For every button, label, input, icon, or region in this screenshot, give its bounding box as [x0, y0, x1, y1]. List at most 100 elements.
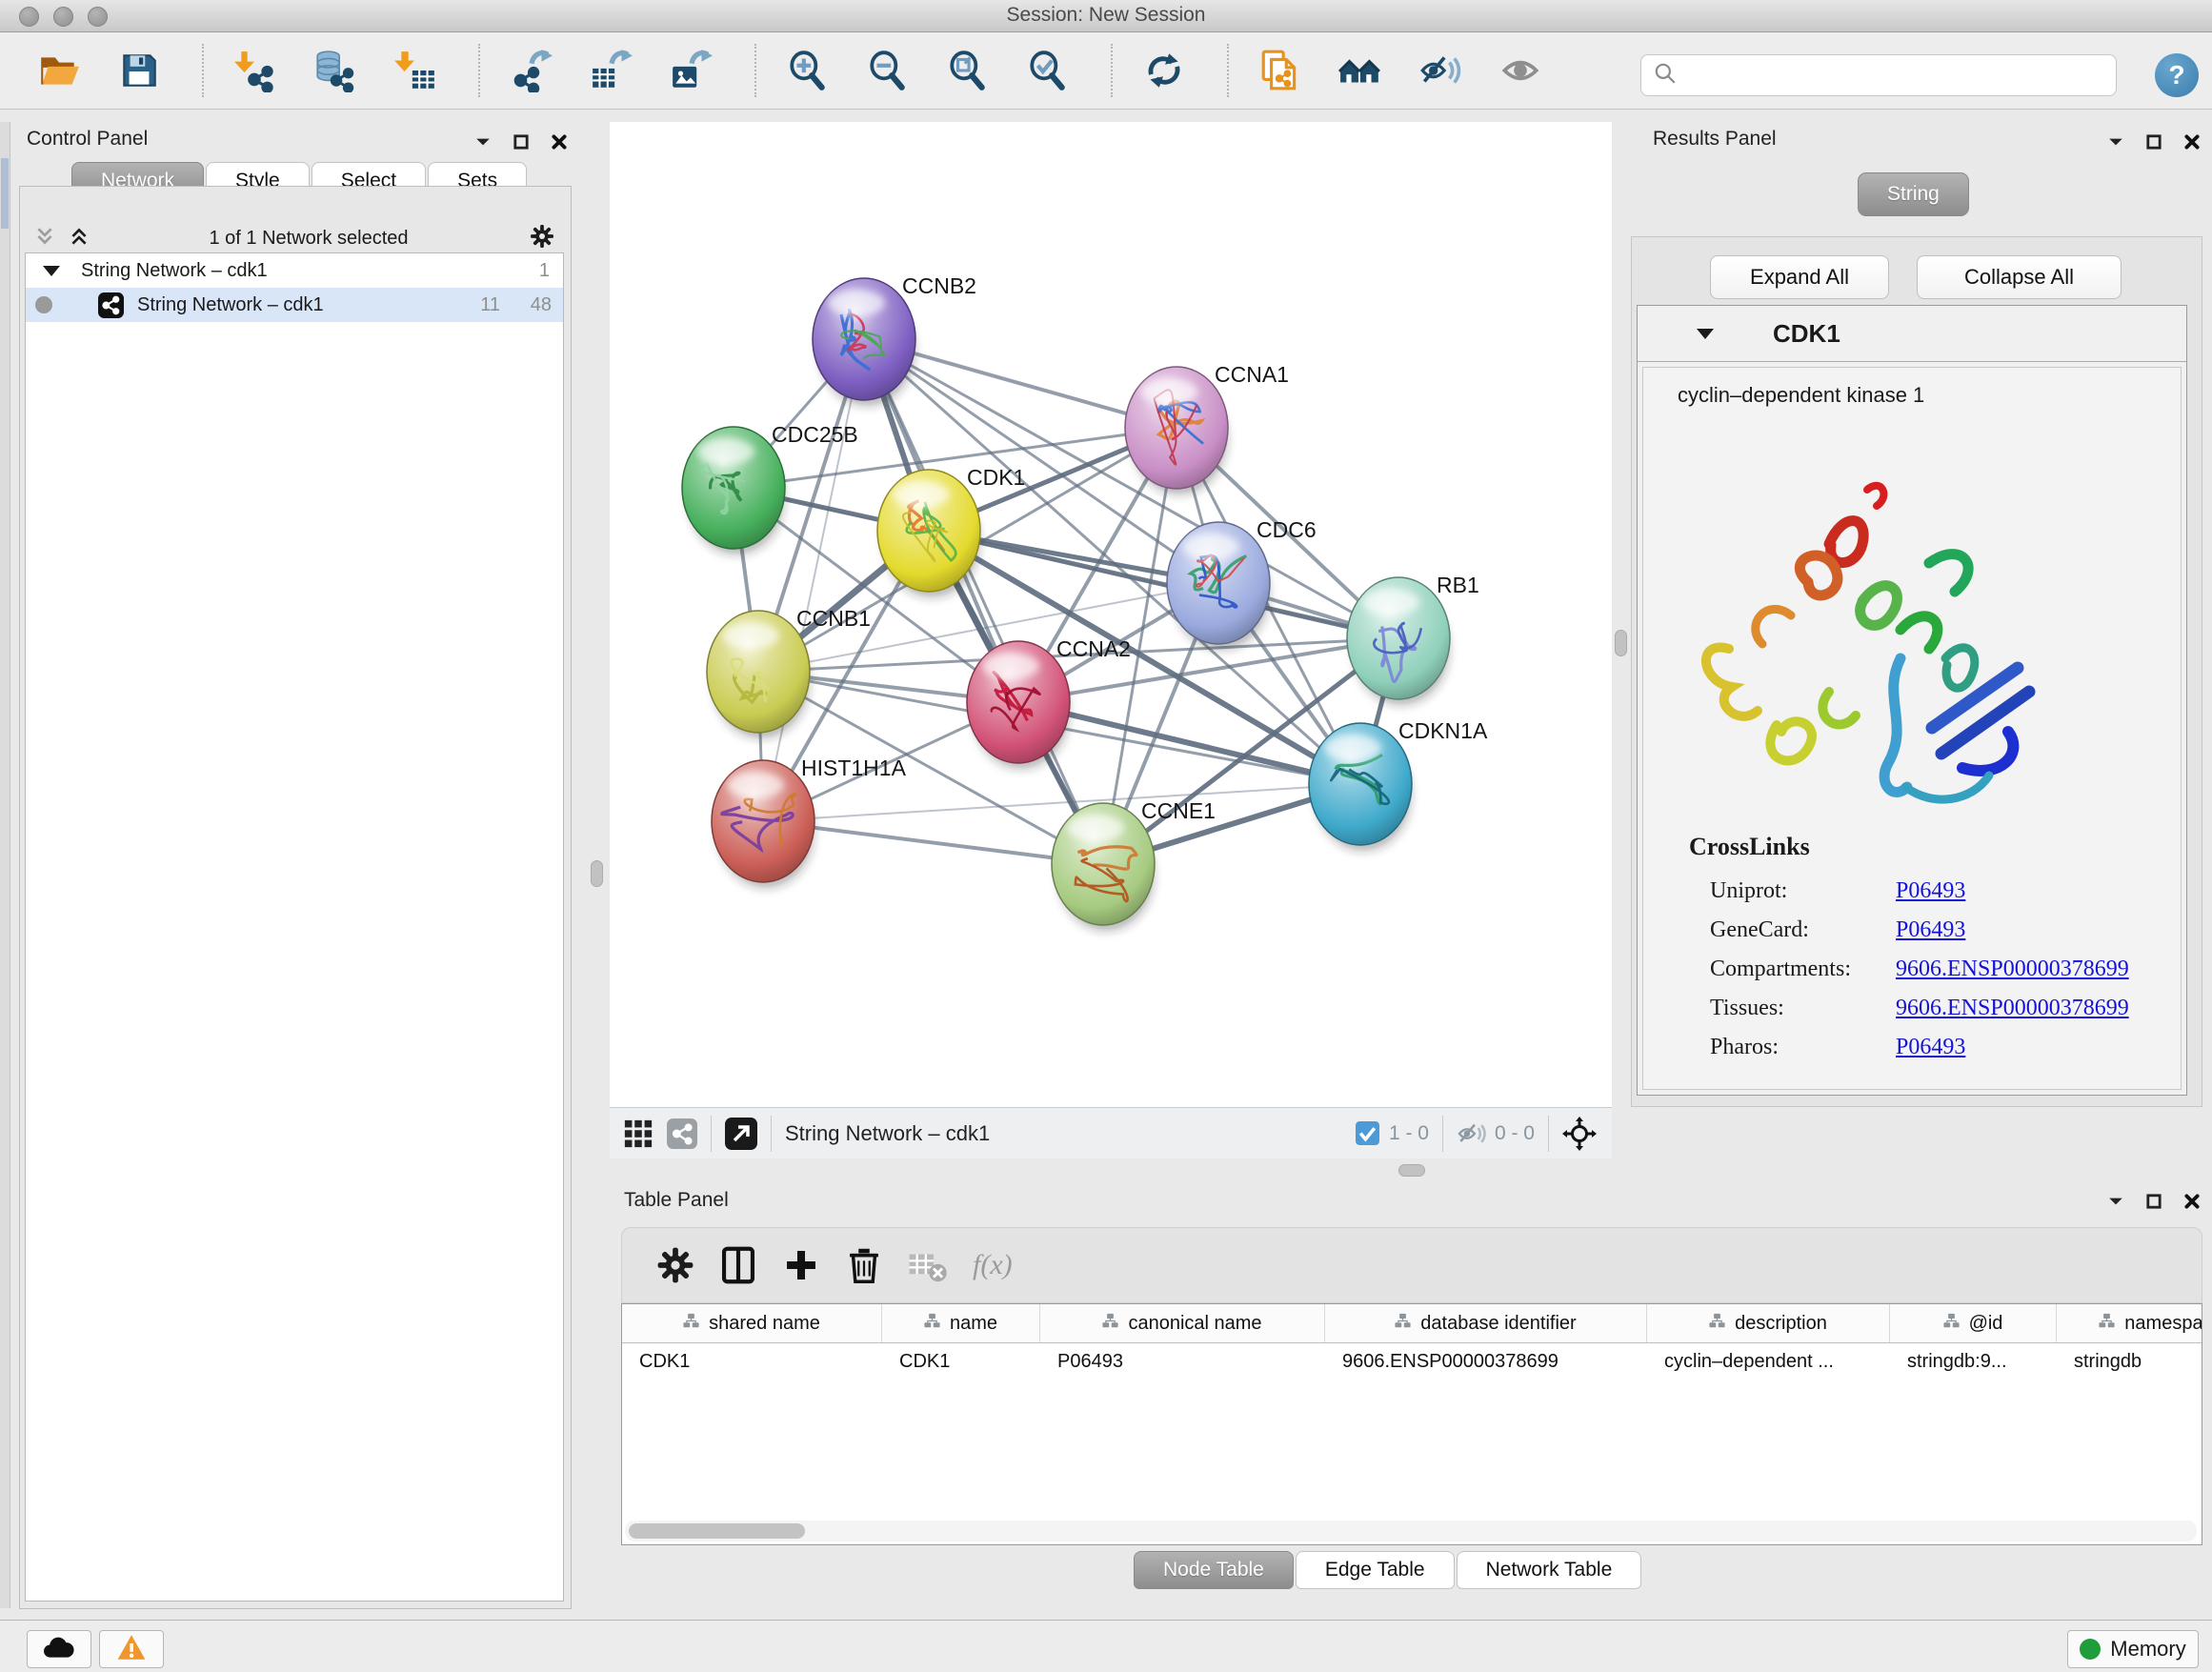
string-home-icon[interactable]	[1334, 46, 1387, 95]
cell[interactable]: stringdb:9...	[1890, 1343, 2057, 1380]
network-view[interactable]: CCNB2CCNA1CDC25BCDK1CDC6RB1CCNB1CCNA2CDK…	[610, 122, 1612, 1158]
share-view-icon[interactable]	[667, 1118, 697, 1149]
export-network-icon[interactable]	[505, 46, 558, 95]
network-edge[interactable]	[763, 339, 864, 821]
column-header-shared-name[interactable]: shared name	[622, 1304, 882, 1342]
save-session-icon[interactable]	[112, 46, 166, 95]
collection-expand-icon[interactable]	[43, 266, 60, 276]
network-collection-row[interactable]: String Network – cdk1 1	[26, 253, 563, 288]
column-header-name[interactable]: name	[882, 1304, 1040, 1342]
network-node-cdc6[interactable]	[1167, 522, 1270, 650]
crosslink-value-link[interactable]: P06493	[1896, 917, 1965, 943]
export-table-icon[interactable]	[585, 46, 638, 95]
expand-all-button[interactable]: Expand All	[1710, 255, 1889, 299]
open-file-icon[interactable]	[32, 46, 86, 95]
cell[interactable]: stringdb	[2057, 1343, 2202, 1380]
memory-button[interactable]: Memory	[2067, 1630, 2199, 1668]
close-panel-icon[interactable]	[2183, 1193, 2201, 1210]
expand-all-networks-icon[interactable]	[69, 226, 90, 252]
table-row[interactable]: CDK1CDK1P064939606.ENSP00000378699cyclin…	[622, 1343, 2202, 1380]
network-graph[interactable]: CCNB2CCNA1CDC25BCDK1CDC6RB1CCNB1CCNA2CDK…	[610, 122, 1612, 1107]
column-header-canonical-name[interactable]: canonical name	[1040, 1304, 1325, 1342]
network-node-ccne1[interactable]	[1052, 803, 1155, 931]
cloud-status-button[interactable]	[27, 1630, 91, 1668]
network-node-hist1h1a[interactable]	[712, 760, 814, 888]
splitter-handle[interactable]	[1615, 630, 1627, 656]
cloud-icon	[42, 1634, 76, 1665]
float-panel-icon[interactable]	[513, 133, 530, 151]
float-panel-icon[interactable]	[2145, 133, 2162, 151]
collapse-panel-icon[interactable]	[2107, 133, 2124, 151]
crosslink-value-link[interactable]: 9606.ENSP00000378699	[1896, 996, 2129, 1021]
show-columns-icon[interactable]	[715, 1242, 761, 1288]
column-header-description[interactable]: description	[1647, 1304, 1890, 1342]
hidden-eye-icon[interactable]	[1457, 1118, 1487, 1149]
string-copy-icon[interactable]	[1254, 46, 1307, 95]
refresh-layout-icon[interactable]	[1137, 46, 1191, 95]
float-panel-icon[interactable]	[2145, 1193, 2162, 1210]
close-panel-icon[interactable]	[2183, 133, 2201, 151]
crosslink-value-link[interactable]: P06493	[1896, 1035, 1965, 1060]
center-view-icon[interactable]	[1562, 1117, 1597, 1151]
cell[interactable]: 9606.ENSP00000378699	[1325, 1343, 1647, 1380]
zoom-in-icon[interactable]	[781, 46, 835, 95]
collapse-all-networks-icon[interactable]	[34, 226, 55, 252]
zoom-fit-icon[interactable]	[941, 46, 995, 95]
network-status-dot	[35, 296, 52, 313]
grid-view-icon[interactable]	[623, 1118, 654, 1149]
column-header--id[interactable]: @id	[1890, 1304, 2057, 1342]
collapse-panel-icon[interactable]	[2107, 1193, 2124, 1210]
help-button[interactable]: ?	[2155, 53, 2199, 97]
network-node-ccnb2[interactable]	[813, 278, 915, 406]
protein-expand-icon[interactable]	[1697, 329, 1714, 339]
cell[interactable]: CDK1	[882, 1343, 1040, 1380]
cell[interactable]: CDK1	[622, 1343, 882, 1380]
hide-unhide-icon[interactable]	[1414, 46, 1467, 95]
network-edge[interactable]	[864, 339, 1103, 864]
network-node-cdc25b[interactable]	[682, 427, 785, 554]
warnings-button[interactable]	[99, 1630, 164, 1668]
cell[interactable]: P06493	[1040, 1343, 1325, 1380]
footer-separator	[1442, 1116, 1443, 1152]
delete-column-icon[interactable]	[841, 1242, 887, 1288]
table-settings-gear-icon[interactable]	[653, 1242, 698, 1288]
toolbar-icons	[32, 44, 1574, 97]
collapse-panel-icon[interactable]	[474, 133, 492, 151]
add-column-icon[interactable]	[778, 1242, 824, 1288]
network-node-cdkn1a[interactable]	[1309, 723, 1412, 851]
zoom-out-icon[interactable]	[861, 46, 915, 95]
network-row-selected[interactable]: String Network – cdk1 11 48	[26, 288, 563, 322]
tab-edge-table[interactable]: Edge Table	[1296, 1551, 1455, 1589]
birdseye-view-icon[interactable]	[725, 1118, 757, 1150]
search-box	[1640, 54, 2117, 96]
tab-string[interactable]: String	[1858, 172, 1969, 216]
network-node-ccna2[interactable]	[967, 641, 1070, 769]
zoom-selected-icon[interactable]	[1021, 46, 1075, 95]
scrollbar-thumb[interactable]	[629, 1523, 805, 1539]
network-node-cdk1[interactable]	[877, 470, 980, 597]
export-image-icon[interactable]	[665, 46, 718, 95]
crosslink-value-link[interactable]: 9606.ENSP00000378699	[1896, 957, 2129, 982]
tab-network-table[interactable]: Network Table	[1457, 1551, 1642, 1589]
search-input[interactable]	[1685, 64, 2116, 88]
import-table-icon[interactable]	[389, 46, 442, 95]
import-network-file-icon[interactable]	[229, 46, 282, 95]
close-panel-icon[interactable]	[551, 133, 568, 151]
splitter-handle[interactable]	[591, 860, 603, 887]
protein-card-header[interactable]: CDK1	[1638, 306, 2186, 362]
crosslink-value-link[interactable]: P06493	[1896, 878, 1965, 904]
network-options-gear-icon[interactable]	[528, 222, 556, 255]
cell[interactable]: cyclin–dependent ...	[1647, 1343, 1890, 1380]
splitter-handle[interactable]	[1398, 1164, 1425, 1177]
show-eye-icon[interactable]	[1494, 46, 1547, 95]
table-horizontal-scrollbar[interactable]	[625, 1521, 2197, 1541]
column-header-namespace[interactable]: namespace	[2057, 1304, 2202, 1342]
tab-node-table[interactable]: Node Table	[1134, 1551, 1294, 1589]
network-node-ccnb1[interactable]	[707, 611, 810, 738]
network-node-ccna1[interactable]	[1125, 367, 1228, 494]
selected-checkbox-icon[interactable]	[1356, 1121, 1379, 1145]
collapse-all-button[interactable]: Collapse All	[1917, 255, 2122, 299]
network-node-rb1[interactable]	[1347, 577, 1450, 705]
import-network-database-icon[interactable]	[309, 46, 362, 95]
column-header-database-identifier[interactable]: database identifier	[1325, 1304, 1647, 1342]
